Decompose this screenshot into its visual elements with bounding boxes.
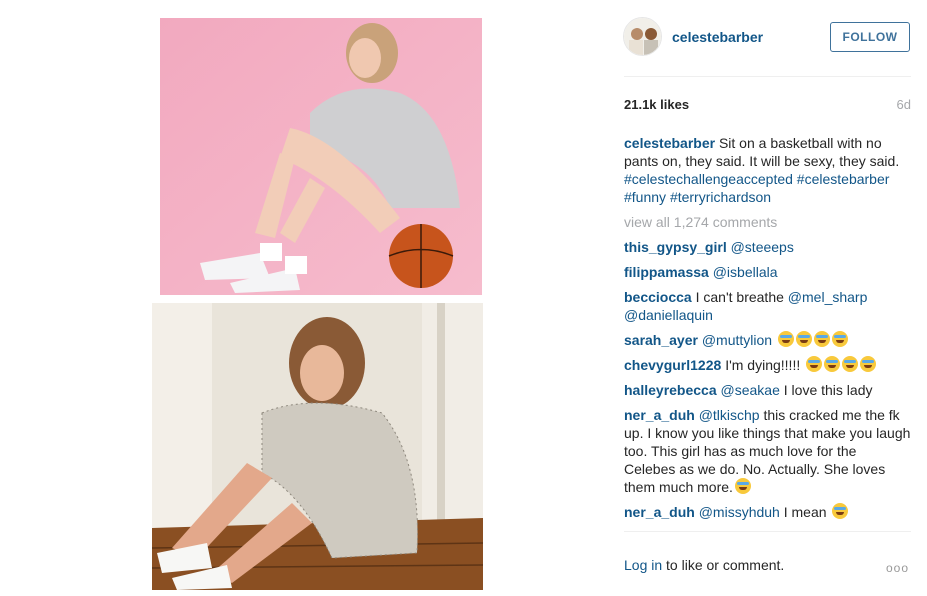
mention[interactable]: @seakae bbox=[721, 382, 780, 398]
post-header: celestebarber FOLLOW bbox=[623, 17, 911, 57]
login-text: to like or comment. bbox=[666, 557, 785, 573]
laughing-emoji-icon bbox=[804, 356, 877, 373]
laughing-emoji-icon bbox=[776, 331, 848, 348]
username-link[interactable]: celestebarber bbox=[672, 29, 763, 45]
comment-username[interactable]: halleyrebecca bbox=[624, 382, 717, 398]
comment-text: I mean bbox=[783, 504, 827, 520]
comment: sarah_ayer @muttylion bbox=[624, 331, 911, 349]
hashtag[interactable]: #celestebarber bbox=[797, 171, 890, 187]
post-age[interactable]: 6d bbox=[897, 97, 911, 112]
mention[interactable]: @isbellala bbox=[713, 264, 778, 280]
comment-username[interactable]: this_gypsy_girl bbox=[624, 239, 727, 255]
divider bbox=[624, 531, 911, 532]
comment: chevygurl1228 I'm dying!!!!! bbox=[624, 356, 911, 374]
mention[interactable]: @tlkischp bbox=[699, 407, 760, 423]
caption-username[interactable]: celestebarber bbox=[624, 135, 715, 151]
hashtag[interactable]: #terryrichardson bbox=[670, 189, 771, 205]
hashtag[interactable]: #funny bbox=[624, 189, 666, 205]
comment-username[interactable]: becciocca bbox=[624, 289, 692, 305]
mention[interactable]: @missyhduh bbox=[699, 504, 780, 520]
comment-username[interactable]: filippamassa bbox=[624, 264, 709, 280]
view-all-comments-link[interactable]: view all 1,274 comments bbox=[624, 213, 911, 231]
more-options-icon[interactable]: ooo bbox=[886, 561, 909, 575]
comment: ner_a_duh @missyhduh I mean bbox=[624, 503, 911, 521]
mention[interactable]: @steeeps bbox=[731, 239, 794, 255]
comment-username[interactable]: ner_a_duh bbox=[624, 407, 695, 423]
laughing-emoji-icon bbox=[733, 478, 751, 495]
comment-username[interactable]: chevygurl1228 bbox=[624, 357, 721, 373]
comment: filippamassa @isbellala bbox=[624, 263, 911, 281]
laughing-emoji-icon bbox=[830, 503, 849, 520]
comment-username[interactable]: ner_a_duh bbox=[624, 504, 695, 520]
divider bbox=[624, 76, 911, 77]
comments-list: celestebarber Sit on a basketball with n… bbox=[624, 134, 911, 528]
follow-button[interactable]: FOLLOW bbox=[830, 22, 910, 52]
comment: ner_a_duh @tlkischp this cracked me the … bbox=[624, 406, 911, 496]
comment-text: I love this lady bbox=[783, 382, 873, 398]
likes-count[interactable]: 21.1k likes bbox=[624, 97, 689, 112]
login-prompt: Log in to like or comment. bbox=[624, 557, 784, 573]
comment: becciocca I can't breathe @mel_sharp @da… bbox=[624, 288, 911, 324]
mention[interactable]: @muttylion bbox=[702, 332, 772, 348]
login-link[interactable]: Log in bbox=[624, 557, 662, 573]
comment-username[interactable]: sarah_ayer bbox=[624, 332, 698, 348]
comment-text: I can't breathe bbox=[695, 289, 784, 305]
comment-text: I'm dying!!!!! bbox=[725, 357, 801, 373]
comment: halleyrebecca @seakae I love this lady bbox=[624, 381, 911, 399]
post-photo-parody bbox=[152, 303, 483, 590]
avatar[interactable] bbox=[623, 17, 662, 56]
hashtag[interactable]: #celestechallengeaccepted bbox=[624, 171, 793, 187]
post-photo-original bbox=[160, 18, 482, 295]
comment: this_gypsy_girl @steeeps bbox=[624, 238, 911, 256]
caption: celestebarber Sit on a basketball with n… bbox=[624, 134, 911, 206]
